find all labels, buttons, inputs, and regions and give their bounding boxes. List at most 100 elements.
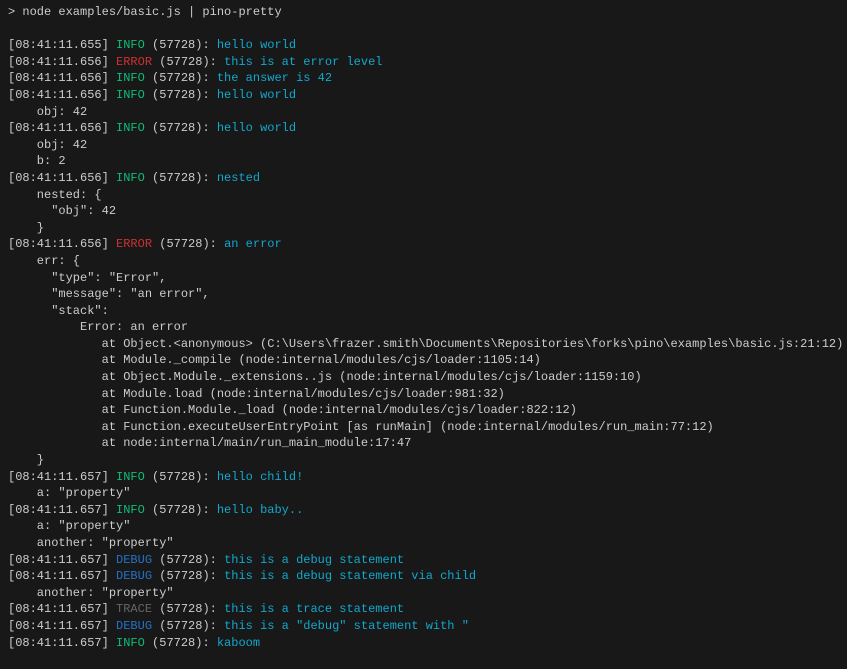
log-segment: INFO <box>116 171 145 185</box>
log-segment: (57728): <box>145 470 217 484</box>
terminal-line: at Object.<anonymous> (C:\Users\frazer.s… <box>8 336 847 353</box>
terminal-line: at Object.Module._extensions..js (node:i… <box>8 369 847 386</box>
log-segment: [08:41:11.656] <box>8 55 116 69</box>
log-segment: [08:41:11.655] <box>8 38 116 52</box>
log-segment: DEBUG <box>116 569 152 583</box>
log-segment: this is a debug statement <box>224 553 404 567</box>
terminal-line: at Function.Module._load (node:internal/… <box>8 402 847 419</box>
log-segment: obj: 42 <box>8 105 87 119</box>
log-segment: [08:41:11.657] <box>8 569 116 583</box>
terminal-line: another: "property" <box>8 585 847 602</box>
terminal-line: [08:41:11.657] INFO (57728): hello child… <box>8 469 847 486</box>
terminal-line: [08:41:11.657] DEBUG (57728): this is a … <box>8 568 847 585</box>
log-segment: "message": "an error", <box>8 287 210 301</box>
log-segment: obj: 42 <box>8 138 87 152</box>
terminal-line: } <box>8 220 847 237</box>
terminal-line: nested: { <box>8 187 847 204</box>
log-segment: [08:41:11.657] <box>8 636 116 650</box>
terminal-line: [08:41:11.657] INFO (57728): hello baby.… <box>8 502 847 519</box>
log-segment: nested: { <box>8 188 102 202</box>
log-segment: DEBUG <box>116 553 152 567</box>
terminal-line: [08:41:11.657] DEBUG (57728): this is a … <box>8 618 847 635</box>
log-segment: at Object.Module._extensions..js (node:i… <box>8 370 642 384</box>
terminal-line: [08:41:11.656] INFO (57728): the answer … <box>8 70 847 87</box>
log-segment: [08:41:11.656] <box>8 71 116 85</box>
log-segment: TRACE <box>116 602 152 616</box>
log-segment: [08:41:11.657] <box>8 602 116 616</box>
terminal-line: b: 2 <box>8 153 847 170</box>
log-segment: DEBUG <box>116 619 152 633</box>
terminal-line: obj: 42 <box>8 104 847 121</box>
terminal-line: Error: an error <box>8 319 847 336</box>
log-segment: kaboom <box>217 636 260 650</box>
log-segment: this is a "debug" statement with " <box>224 619 469 633</box>
log-segment: another: "property" <box>8 536 174 550</box>
log-segment: [08:41:11.657] <box>8 503 116 517</box>
log-segment: ERROR <box>116 237 152 251</box>
terminal-line: [08:41:11.656] INFO (57728): nested <box>8 170 847 187</box>
log-segment: nested <box>217 171 260 185</box>
log-segment: "type": "Error", <box>8 271 166 285</box>
terminal-line: at node:internal/main/run_main_module:17… <box>8 435 847 452</box>
terminal-line: at Module._compile (node:internal/module… <box>8 352 847 369</box>
terminal-line: at Function.executeUserEntryPoint [as ru… <box>8 419 847 436</box>
log-segment: (57728): <box>152 553 224 567</box>
log-segment: > node examples/basic.js | pino-pretty <box>8 5 282 19</box>
log-segment: [08:41:11.657] <box>8 553 116 567</box>
log-segment: INFO <box>116 121 145 135</box>
log-segment: err: { <box>8 254 80 268</box>
log-segment: another: "property" <box>8 586 174 600</box>
log-segment: (57728): <box>145 88 217 102</box>
log-segment: (57728): <box>145 636 217 650</box>
terminal-line: [08:41:11.657] DEBUG (57728): this is a … <box>8 552 847 569</box>
log-segment: INFO <box>116 503 145 517</box>
log-segment: (57728): <box>145 71 217 85</box>
log-segment: (57728): <box>152 619 224 633</box>
log-segment: [08:41:11.656] <box>8 121 116 135</box>
log-segment: ERROR <box>116 55 152 69</box>
log-segment: "stack": <box>8 304 109 318</box>
log-segment: (57728): <box>152 602 224 616</box>
terminal-line: "message": "an error", <box>8 286 847 303</box>
log-segment: INFO <box>116 71 145 85</box>
terminal-line: [08:41:11.656] INFO (57728): hello world <box>8 120 847 137</box>
log-segment: INFO <box>116 38 145 52</box>
log-segment: [08:41:11.657] <box>8 470 116 484</box>
terminal-output[interactable]: > node examples/basic.js | pino-pretty [… <box>0 0 847 669</box>
log-segment: this is a debug statement via child <box>224 569 476 583</box>
log-segment: INFO <box>116 88 145 102</box>
terminal-line: [08:41:11.657] INFO (57728): kaboom <box>8 635 847 652</box>
log-segment: } <box>8 453 44 467</box>
terminal-line: > node examples/basic.js | pino-pretty <box>8 4 847 21</box>
log-segment: [08:41:11.656] <box>8 171 116 185</box>
log-segment: hello baby.. <box>217 503 303 517</box>
log-segment: the answer is 42 <box>217 71 332 85</box>
log-segment: at Function.executeUserEntryPoint [as ru… <box>8 420 714 434</box>
terminal-line: obj: 42 <box>8 137 847 154</box>
terminal-line: "stack": <box>8 303 847 320</box>
log-segment: (57728): <box>145 38 217 52</box>
log-segment: b: 2 <box>8 154 66 168</box>
terminal-line <box>8 21 847 38</box>
log-segment: (57728): <box>152 55 224 69</box>
log-segment: INFO <box>116 636 145 650</box>
terminal-line: [08:41:11.656] INFO (57728): hello world <box>8 87 847 104</box>
log-segment: hello world <box>217 88 296 102</box>
log-segment: at Function.Module._load (node:internal/… <box>8 403 577 417</box>
log-segment: [08:41:11.657] <box>8 619 116 633</box>
terminal-log-lines: > node examples/basic.js | pino-pretty [… <box>8 4 847 651</box>
terminal-line: [08:41:11.655] INFO (57728): hello world <box>8 37 847 54</box>
log-segment: (57728): <box>152 569 224 583</box>
log-segment: Error: an error <box>8 320 188 334</box>
terminal-line: [08:41:11.656] ERROR (57728): an error <box>8 236 847 253</box>
log-segment: at Module.load (node:internal/modules/cj… <box>8 387 505 401</box>
log-segment: at Object.<anonymous> (C:\Users\frazer.s… <box>8 337 843 351</box>
terminal-line: "obj": 42 <box>8 203 847 220</box>
log-segment: hello world <box>217 121 296 135</box>
log-segment: [08:41:11.656] <box>8 88 116 102</box>
log-segment: (57728): <box>145 171 217 185</box>
terminal-line: at Module.load (node:internal/modules/cj… <box>8 386 847 403</box>
log-segment: hello child! <box>217 470 303 484</box>
terminal-line: a: "property" <box>8 518 847 535</box>
log-segment: at Module._compile (node:internal/module… <box>8 353 541 367</box>
